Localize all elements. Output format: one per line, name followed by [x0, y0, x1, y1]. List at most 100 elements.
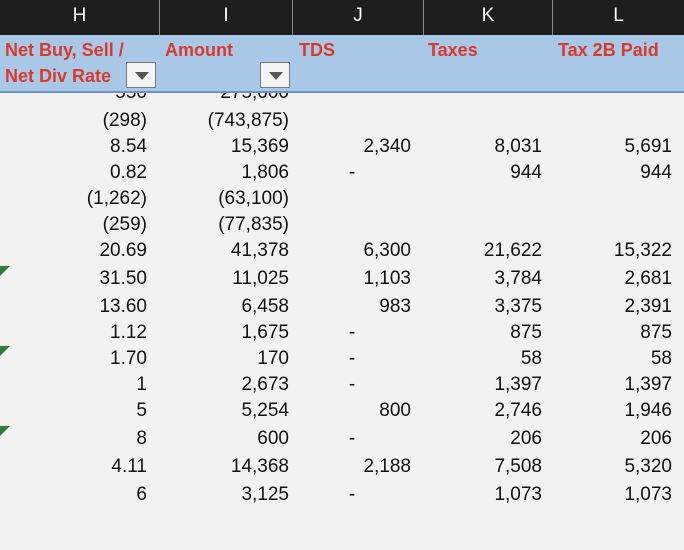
cell-taxes[interactable]: 1,073 — [424, 482, 542, 508]
net-div-rate-header-line2: Net Div Rate — [5, 66, 112, 86]
cell-amount[interactable]: 1,806 — [160, 160, 289, 186]
cell-amount[interactable]: 275,000 — [160, 93, 289, 106]
cell-taxes[interactable] — [424, 186, 542, 212]
cell-taxes[interactable] — [424, 93, 542, 106]
cell-tds[interactable]: - — [293, 346, 411, 372]
cell-taxes[interactable] — [424, 108, 542, 134]
cell-net-buy[interactable]: 1 — [0, 372, 147, 398]
cell-taxes[interactable]: 21,622 — [424, 238, 542, 264]
amount-header: Amount — [165, 40, 233, 60]
cell-tds[interactable] — [293, 212, 411, 238]
cell-amount[interactable]: 170 — [160, 346, 289, 372]
cell-amount[interactable]: 14,368 — [160, 454, 289, 480]
cell-tds[interactable]: 800 — [293, 398, 411, 424]
cell-tds[interactable]: - — [293, 372, 411, 398]
column-header-i[interactable]: I — [160, 0, 293, 35]
table-row: 8.54 15,369 2,340 8,031 5,691 — [0, 134, 684, 160]
column-header-k[interactable]: K — [424, 0, 553, 35]
cell-taxes[interactable]: 3,784 — [424, 266, 542, 292]
cell-amount[interactable]: 5,254 — [160, 398, 289, 424]
table-row: (298) (743,875) — [0, 108, 684, 134]
cell-tds[interactable]: - — [293, 482, 411, 508]
cell-tds[interactable] — [293, 93, 411, 106]
cell-amount[interactable]: (743,875) — [160, 108, 289, 134]
cell-tax-2b-paid[interactable]: 875 — [553, 320, 672, 346]
table-row: 4.11 14,368 2,188 7,508 5,320 — [0, 454, 684, 480]
cell-net-buy[interactable]: (1,262) — [0, 186, 147, 212]
cell-tax-2b-paid[interactable]: 206 — [553, 426, 672, 452]
cell-net-buy[interactable]: 5 — [0, 398, 147, 424]
cell-taxes[interactable]: 7,508 — [424, 454, 542, 480]
cell-tax-2b-paid[interactable]: 5,691 — [553, 134, 672, 160]
cell-net-buy[interactable]: (259) — [0, 212, 147, 238]
cell-tax-2b-paid[interactable]: 5,320 — [553, 454, 672, 480]
cell-tds[interactable] — [293, 186, 411, 212]
cell-tds[interactable]: 1,103 — [293, 266, 411, 292]
amount-filter-dropdown-button[interactable] — [260, 62, 290, 88]
cell-tax-2b-paid[interactable]: 1,073 — [553, 482, 672, 508]
cell-tax-2b-paid[interactable]: 2,391 — [553, 294, 672, 320]
cell-tax-2b-paid[interactable]: 58 — [553, 346, 672, 372]
cell-taxes[interactable]: 1,397 — [424, 372, 542, 398]
cell-tax-2b-paid[interactable]: 944 — [553, 160, 672, 186]
cell-amount[interactable]: 1,675 — [160, 320, 289, 346]
cell-tax-2b-paid[interactable]: 15,322 — [553, 238, 672, 264]
cell-amount[interactable]: 600 — [160, 426, 289, 452]
net-buy-filter-dropdown-button[interactable] — [126, 62, 156, 88]
cell-tds[interactable]: 2,340 — [293, 134, 411, 160]
cell-tax-2b-paid[interactable] — [553, 186, 672, 212]
cell-net-buy[interactable]: 6 — [0, 482, 147, 508]
cell-tax-2b-paid[interactable] — [553, 93, 672, 106]
cell-tds[interactable]: 983 — [293, 294, 411, 320]
cell-net-buy[interactable]: 1.70 — [0, 346, 147, 372]
cell-taxes[interactable]: 3,375 — [424, 294, 542, 320]
cell-taxes[interactable] — [424, 212, 542, 238]
column-header-l[interactable]: L — [553, 0, 684, 35]
cell-tax-2b-paid[interactable] — [553, 108, 672, 134]
cell-tax-2b-paid[interactable] — [553, 212, 672, 238]
cell-taxes[interactable]: 8,031 — [424, 134, 542, 160]
cell-tax-2b-paid[interactable]: 1,397 — [553, 372, 672, 398]
cell-amount[interactable]: 15,369 — [160, 134, 289, 160]
column-header-j[interactable]: J — [293, 0, 424, 35]
table-row: 1 2,673 - 1,397 1,397 — [0, 372, 684, 398]
cell-tds[interactable]: - — [293, 160, 411, 186]
table-row: 5 5,254 800 2,746 1,946 — [0, 398, 684, 424]
table-row: (259) (77,835) — [0, 212, 684, 238]
cell-net-buy[interactable]: 31.50 — [0, 266, 147, 292]
cell-amount[interactable]: 41,378 — [160, 238, 289, 264]
cell-net-buy[interactable]: 8 — [0, 426, 147, 452]
cell-net-buy[interactable]: (298) — [0, 108, 147, 134]
cell-tds[interactable]: 2,188 — [293, 454, 411, 480]
cell-net-buy[interactable]: 0.82 — [0, 160, 147, 186]
column-header-bar: H I J K L — [0, 0, 684, 35]
cell-taxes[interactable]: 875 — [424, 320, 542, 346]
cell-amount[interactable]: 2,673 — [160, 372, 289, 398]
cell-taxes[interactable]: 944 — [424, 160, 542, 186]
cell-amount[interactable]: 11,025 — [160, 266, 289, 292]
cell-net-buy[interactable]: 8.54 — [0, 134, 147, 160]
taxes-header: Taxes — [428, 40, 478, 60]
cell-taxes[interactable]: 58 — [424, 346, 542, 372]
cell-tax-2b-paid[interactable]: 2,681 — [553, 266, 672, 292]
cell-amount[interactable]: 6,458 — [160, 294, 289, 320]
cell-taxes[interactable]: 2,746 — [424, 398, 542, 424]
cell-net-buy[interactable]: 1.12 — [0, 320, 147, 346]
table-row: 0.82 1,806 - 944 944 — [0, 160, 684, 186]
cell-net-buy[interactable]: 550 — [0, 93, 147, 106]
cell-tds[interactable]: - — [293, 426, 411, 452]
cell-tds[interactable]: 6,300 — [293, 238, 411, 264]
cell-net-buy[interactable]: 20.69 — [0, 238, 147, 264]
column-header-h[interactable]: H — [0, 0, 160, 35]
cell-amount[interactable]: 3,125 — [160, 482, 289, 508]
cell-tax-2b-paid[interactable]: 1,946 — [553, 398, 672, 424]
cell-taxes[interactable]: 206 — [424, 426, 542, 452]
cell-net-buy[interactable]: 4.11 — [0, 454, 147, 480]
net-buy-sell-header-line1: Net Buy, Sell / — [5, 40, 124, 60]
table-header-row: Net Buy, Sell / Net Div Rate Amount TDS … — [0, 35, 684, 93]
cell-tds[interactable]: - — [293, 320, 411, 346]
cell-amount[interactable]: (63,100) — [160, 186, 289, 212]
cell-tds[interactable] — [293, 108, 411, 134]
cell-amount[interactable]: (77,835) — [160, 212, 289, 238]
cell-net-buy[interactable]: 13.60 — [0, 294, 147, 320]
